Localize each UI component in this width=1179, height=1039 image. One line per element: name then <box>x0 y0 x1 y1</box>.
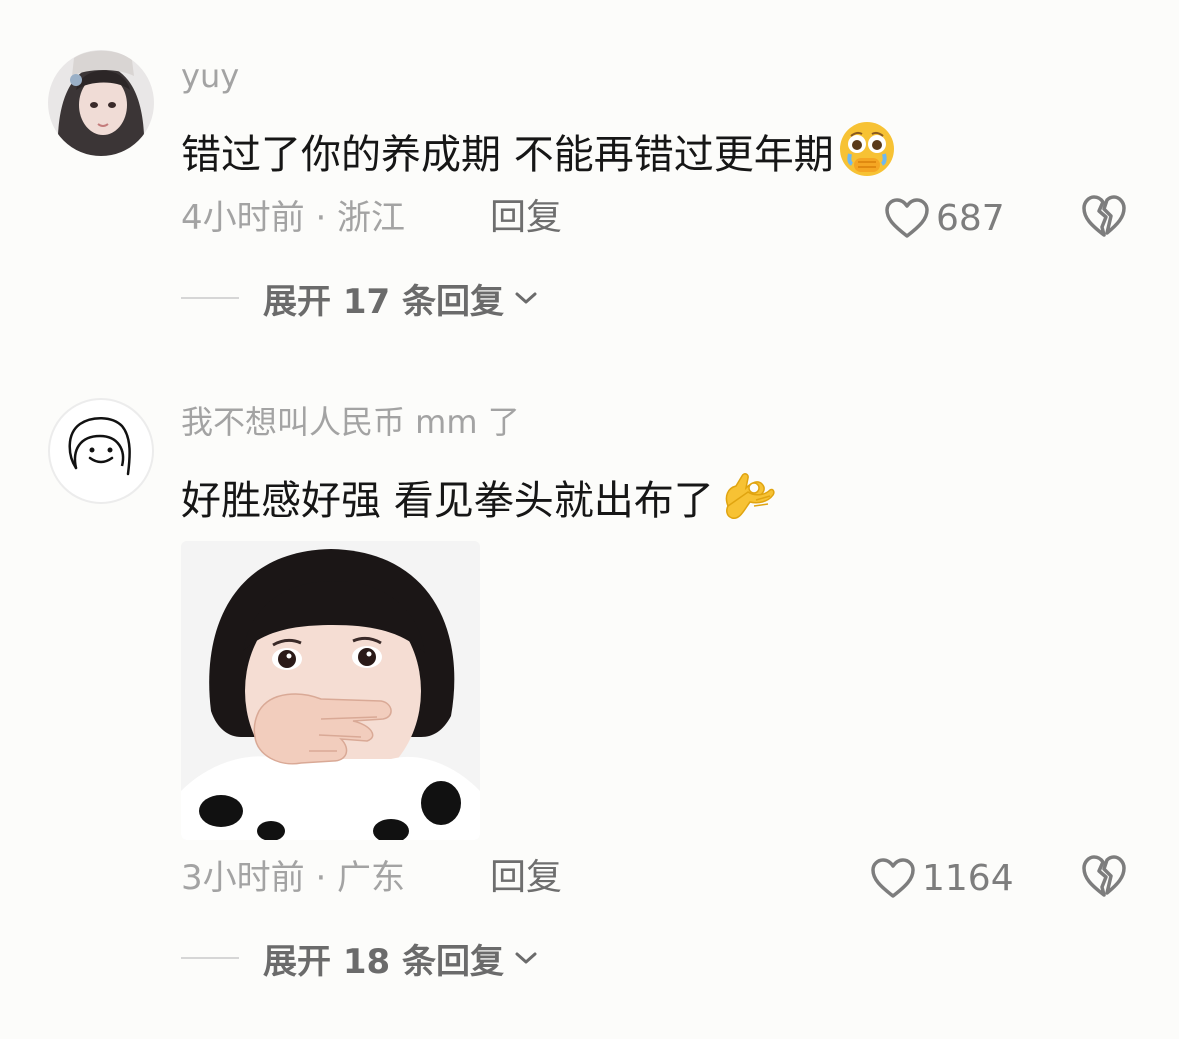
ok-hand-emoji <box>718 466 776 536</box>
comment-text-row: 错过了你的养成期 不能再错过更年期 <box>181 120 896 190</box>
like-count: 1164 <box>922 857 1014 899</box>
holding-back-tears-emoji <box>838 120 896 190</box>
heart-icon <box>871 858 915 898</box>
comment-text: 错过了你的养成期 不能再错过更年期 <box>181 132 834 178</box>
dislike-button[interactable] <box>1080 193 1128 243</box>
comment-text: 好胜感好强 看见拳头就出布了 <box>181 478 714 524</box>
time-location: 3小时前 · 广东 <box>181 858 406 898</box>
like-count: 687 <box>936 197 1005 239</box>
like-button[interactable]: 1164 <box>870 853 1014 903</box>
reply-button[interactable]: 回复 <box>490 196 562 240</box>
girl-covering-mouth-sticker[interactable] <box>181 541 480 840</box>
chevron-down-icon <box>515 952 537 964</box>
reply-button[interactable]: 回复 <box>490 856 562 900</box>
broken-heart-icon <box>1082 855 1126 897</box>
username[interactable]: 我不想叫人民币 mm 了 <box>181 402 520 442</box>
expand-label: 展开 17 条回复 <box>263 281 504 322</box>
dislike-button[interactable] <box>1080 853 1128 903</box>
avatar[interactable] <box>48 50 154 156</box>
expand-replies[interactable]: 展开 17 条回复 <box>181 276 538 322</box>
expand-replies[interactable]: 展开 18 条回复 <box>181 936 538 982</box>
divider-line <box>181 297 239 299</box>
username[interactable]: yuy <box>181 56 239 96</box>
broken-heart-icon <box>1082 195 1126 237</box>
expand-label: 展开 18 条回复 <box>263 941 504 982</box>
time-location: 4小时前 · 浙江 <box>181 198 406 238</box>
heart-icon <box>885 198 929 238</box>
avatar[interactable] <box>48 398 154 504</box>
comment-text-row: 好胜感好强 看见拳头就出布了 <box>181 466 776 536</box>
divider-line <box>181 957 239 959</box>
chevron-down-icon <box>515 292 537 304</box>
comment-item: yuy 错过了你的养成期 不能再错过更年期 4小时前 · 浙江 回复 687 展… <box>0 0 1179 340</box>
like-button[interactable]: 687 <box>884 193 1005 243</box>
